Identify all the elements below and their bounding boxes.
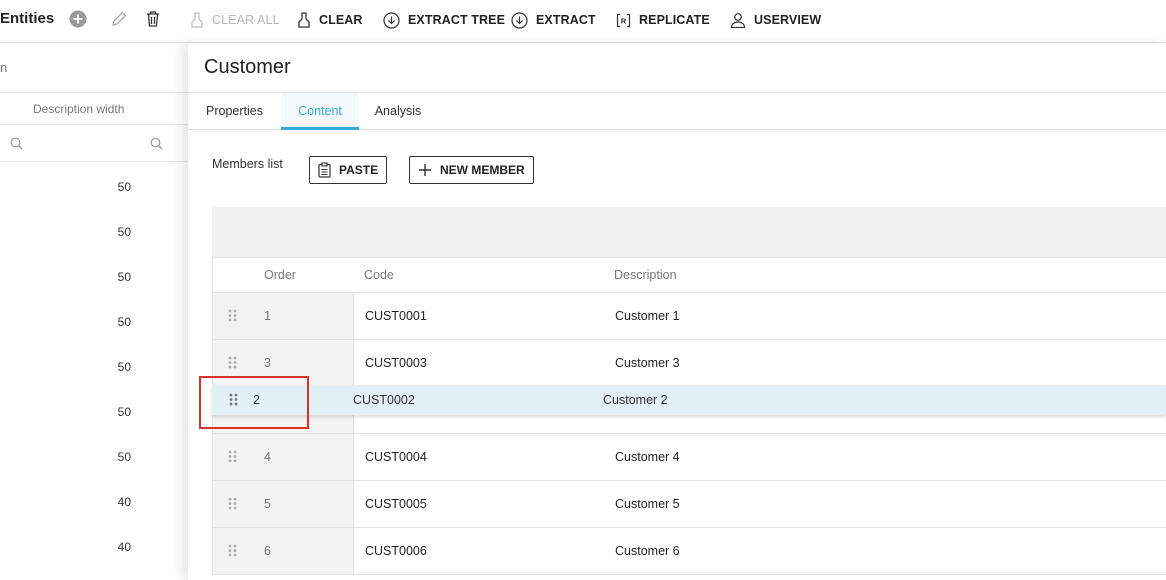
paste-label: PASTE bbox=[339, 163, 379, 177]
replicate-label: REPLICATE bbox=[639, 13, 710, 27]
table-row[interactable]: 6 CUST0006 Customer 6 bbox=[212, 528, 1166, 575]
description-width-cell: 50 bbox=[117, 225, 131, 239]
extract-button[interactable]: EXTRACT bbox=[511, 9, 596, 31]
tab-analysis[interactable]: Analysis bbox=[359, 93, 437, 130]
description-cell: Customer 5 bbox=[615, 497, 680, 511]
detail-panel: Customer Properties Content Analysis Mem… bbox=[188, 43, 1166, 580]
code-cell: CUST0004 bbox=[365, 450, 427, 464]
paste-button[interactable]: PASTE bbox=[309, 156, 388, 184]
tab-content[interactable]: Content bbox=[281, 93, 359, 130]
code-cell: CUST0003 bbox=[365, 356, 427, 370]
description-cell: Customer 3 bbox=[615, 356, 680, 370]
grid-header-row: n bbox=[0, 43, 188, 93]
dragged-row[interactable]: 2 CUST0002 Customer 2 bbox=[212, 385, 1166, 415]
clear-label: CLEAR bbox=[319, 13, 363, 27]
new-member-button[interactable]: NEW MEMBER bbox=[409, 156, 534, 184]
description-cell: Customer 2 bbox=[603, 393, 668, 407]
description-width-cell: 40 bbox=[117, 495, 131, 509]
description-width-cell: 50 bbox=[117, 270, 131, 284]
drag-handle-icon[interactable] bbox=[228, 450, 237, 468]
description-cell: Customer 6 bbox=[615, 544, 680, 558]
entities-grid: n Description width 50 50 50 50 50 50 50… bbox=[0, 43, 188, 580]
members-list-label: Members list bbox=[212, 157, 283, 171]
edit-icon[interactable] bbox=[109, 9, 129, 29]
brush-icon bbox=[191, 12, 203, 28]
page-title: Entities bbox=[0, 10, 55, 27]
truncated-header: n bbox=[0, 60, 8, 75]
description-width-cell: 40 bbox=[117, 540, 131, 554]
top-toolbar: Entities CLEAR ALL CLEAR EXTRACT TREE EX… bbox=[0, 0, 1166, 43]
drag-handle-icon[interactable] bbox=[228, 356, 237, 374]
clear-button[interactable]: CLEAR bbox=[297, 9, 363, 31]
search-icon[interactable] bbox=[10, 137, 23, 155]
order-cell: 6 bbox=[264, 544, 271, 558]
description-cell: Customer 1 bbox=[615, 309, 680, 323]
table-row[interactable]: 5 CUST0005 Customer 5 bbox=[212, 481, 1166, 528]
description-width-cell: 50 bbox=[117, 360, 131, 374]
column-header-code[interactable]: Code bbox=[364, 268, 394, 282]
extract-tree-label: EXTRACT TREE bbox=[408, 13, 506, 27]
extract-tree-button[interactable]: EXTRACT TREE bbox=[383, 9, 505, 31]
column-header-description-width[interactable]: Description width bbox=[0, 93, 188, 125]
userview-button[interactable]: USERVIEW bbox=[730, 9, 821, 31]
delete-icon[interactable] bbox=[143, 9, 163, 29]
download-circle-icon bbox=[383, 11, 400, 29]
code-cell: CUST0006 bbox=[365, 544, 427, 558]
clear-all-label: CLEAR ALL bbox=[212, 13, 280, 27]
description-width-cell: 50 bbox=[117, 180, 131, 194]
table-row[interactable]: 4 CUST0004 Customer 4 bbox=[212, 434, 1166, 481]
table-row[interactable]: 1 CUST0001 Customer 1 bbox=[212, 293, 1166, 340]
order-cell: 1 bbox=[264, 309, 271, 323]
order-cell: 4 bbox=[264, 450, 271, 464]
replicate-button[interactable]: R REPLICATE bbox=[616, 9, 710, 31]
userview-label: USERVIEW bbox=[754, 13, 822, 27]
detail-title: Customer bbox=[204, 56, 291, 78]
extract-label: EXTRACT bbox=[536, 13, 596, 27]
new-member-label: NEW MEMBER bbox=[440, 163, 525, 177]
filter-row bbox=[0, 125, 188, 162]
column-header-label: Description width bbox=[33, 102, 125, 116]
column-header-order[interactable]: Order bbox=[264, 268, 296, 282]
clipboard-icon bbox=[318, 162, 331, 178]
search-icon[interactable] bbox=[150, 137, 163, 155]
description-cell: Customer 4 bbox=[615, 450, 680, 464]
tab-properties[interactable]: Properties bbox=[188, 93, 281, 130]
code-cell: CUST0005 bbox=[365, 497, 427, 511]
svg-text:R: R bbox=[621, 16, 627, 25]
highlight-annotation-box bbox=[199, 376, 309, 429]
description-width-cell: 50 bbox=[117, 405, 131, 419]
brush-icon bbox=[298, 12, 310, 28]
code-cell: CUST0001 bbox=[365, 309, 427, 323]
description-width-cell: 50 bbox=[117, 315, 131, 329]
replicate-icon: R bbox=[616, 13, 631, 27]
members-grid-header: Order Code Description bbox=[212, 258, 1166, 293]
grid-toolbar-area bbox=[212, 207, 1166, 258]
tab-bar: Properties Content Analysis bbox=[188, 93, 1166, 130]
order-cell: 5 bbox=[264, 497, 271, 511]
add-icon[interactable] bbox=[68, 9, 88, 29]
column-header-description[interactable]: Description bbox=[614, 268, 677, 282]
code-cell: CUST0002 bbox=[353, 393, 415, 407]
clear-all-button[interactable]: CLEAR ALL bbox=[190, 9, 280, 31]
table-row[interactable]: 3 CUST0003 Customer 3 bbox=[212, 340, 1166, 387]
description-width-cell: 50 bbox=[117, 450, 131, 464]
order-cell: 3 bbox=[264, 356, 271, 370]
plus-icon bbox=[419, 164, 431, 176]
drag-handle-icon[interactable] bbox=[228, 497, 237, 515]
download-circle-icon bbox=[511, 11, 528, 29]
user-icon bbox=[730, 13, 746, 28]
drag-handle-icon[interactable] bbox=[228, 544, 237, 562]
drag-handle-icon[interactable] bbox=[228, 309, 237, 327]
